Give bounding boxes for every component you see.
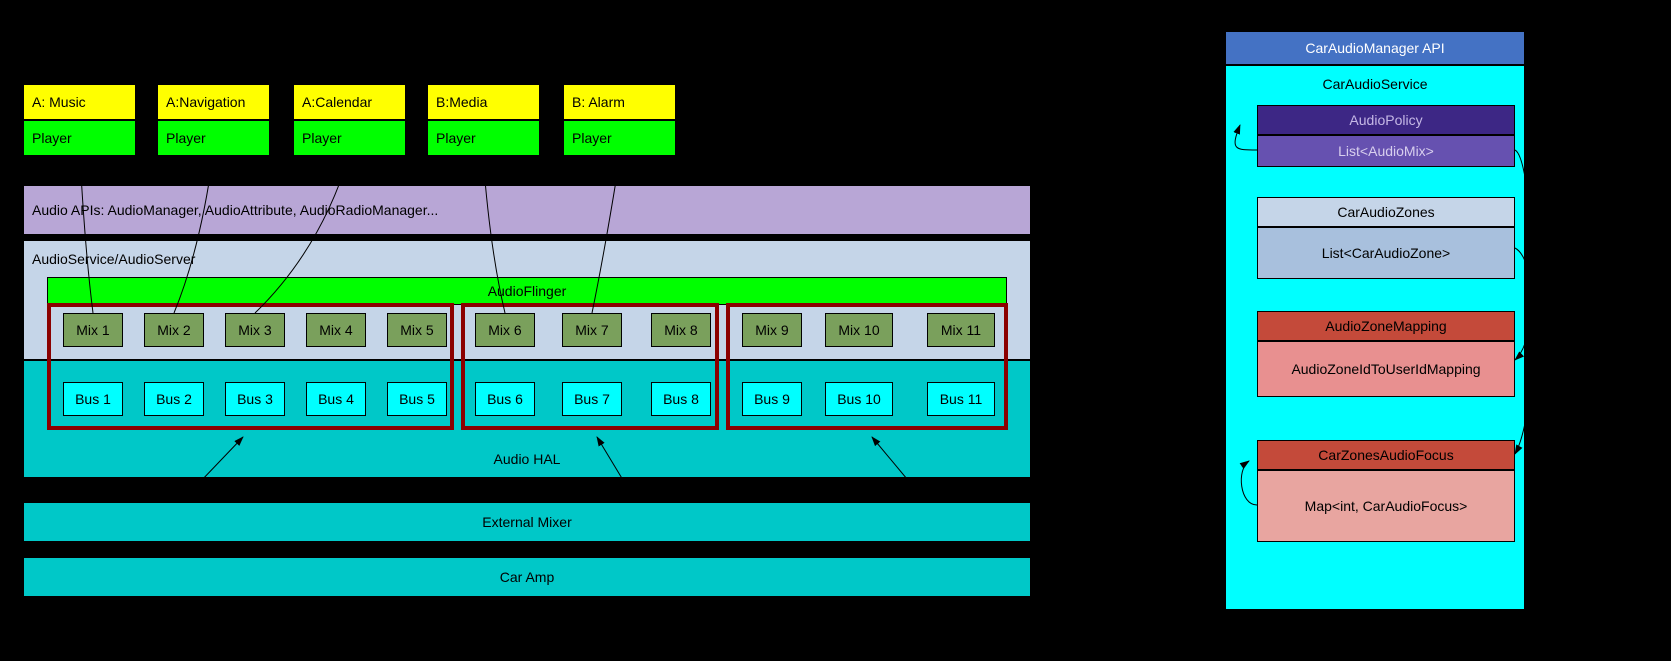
label: Player xyxy=(572,130,612,146)
zone1-label: Zone 1 xyxy=(602,485,646,501)
label: B: Alarm xyxy=(572,94,625,110)
label: List<AudioMix> xyxy=(1338,143,1434,159)
app-player-calendar: Player xyxy=(293,120,406,156)
audio-policy: AudioPolicy xyxy=(1257,105,1515,135)
app-attr-music: A: Music xyxy=(23,84,136,120)
primary-zone-label: Primary Zone xyxy=(136,482,220,498)
car-amp: Car Amp xyxy=(23,557,1031,597)
label: AudioZoneIdToUserIdMapping xyxy=(1291,361,1480,377)
audio-mix-list: List<AudioMix> xyxy=(1257,135,1515,167)
car-audio-manager-api: CarAudioManager API xyxy=(1225,31,1525,65)
label: External Mixer xyxy=(482,514,571,530)
label: Player xyxy=(166,130,206,146)
primary-zone-border xyxy=(47,303,454,430)
car-audio-zones: CarAudioZones xyxy=(1257,197,1515,227)
label: AudioPolicy xyxy=(1349,112,1422,128)
label: A:Navigation xyxy=(166,94,245,110)
audio-apis-layer: Audio APIs: AudioManager, AudioAttribute… xyxy=(23,185,1031,235)
label: B:Media xyxy=(436,94,487,110)
label: Audio APIs: AudioManager, AudioAttribute… xyxy=(32,202,438,218)
app-player-media: Player xyxy=(427,120,540,156)
app-attr-calendar: A:Calendar xyxy=(293,84,406,120)
label: Map<int, CarAudioFocus> xyxy=(1305,498,1468,514)
zone1-border xyxy=(461,303,719,430)
app-attr-alarm: B: Alarm xyxy=(563,84,676,120)
app-attr-nav: A:Navigation xyxy=(157,84,270,120)
label: Audio HAL xyxy=(494,451,561,467)
app-player-nav: Player xyxy=(157,120,270,156)
zone-user-mapping: AudioZoneIdToUserIdMapping xyxy=(1257,341,1515,397)
label: Player xyxy=(32,130,72,146)
label: CarAudioZones xyxy=(1337,204,1434,220)
label: Car Amp xyxy=(500,569,554,585)
focus-map: Map<int, CarAudioFocus> xyxy=(1257,470,1515,542)
label: Player xyxy=(436,130,476,146)
zone2-label: Zone 2 xyxy=(885,485,929,501)
audio-flinger: AudioFlinger xyxy=(47,277,1007,305)
app-attr-media: B:Media xyxy=(427,84,540,120)
zone2-border xyxy=(726,303,1008,430)
label: AudioFlinger xyxy=(488,283,567,299)
app-player-alarm: Player xyxy=(563,120,676,156)
label: CarAudioService xyxy=(1322,76,1427,92)
label: A: Music xyxy=(32,94,86,110)
label: AudioZoneMapping xyxy=(1325,318,1446,334)
label: Player xyxy=(302,130,342,146)
audio-zone-mapping: AudioZoneMapping xyxy=(1257,311,1515,341)
label: A:Calendar xyxy=(302,94,372,110)
car-zones-audio-focus: CarZonesAudioFocus xyxy=(1257,440,1515,470)
label: List<CarAudioZone> xyxy=(1322,245,1450,261)
external-mixer: External Mixer xyxy=(23,502,1031,542)
car-audio-zone-list: List<CarAudioZone> xyxy=(1257,227,1515,279)
label: AudioService/AudioServer xyxy=(32,251,195,267)
app-player-music: Player xyxy=(23,120,136,156)
label: CarAudioManager API xyxy=(1305,40,1444,56)
label: CarZonesAudioFocus xyxy=(1318,447,1453,463)
